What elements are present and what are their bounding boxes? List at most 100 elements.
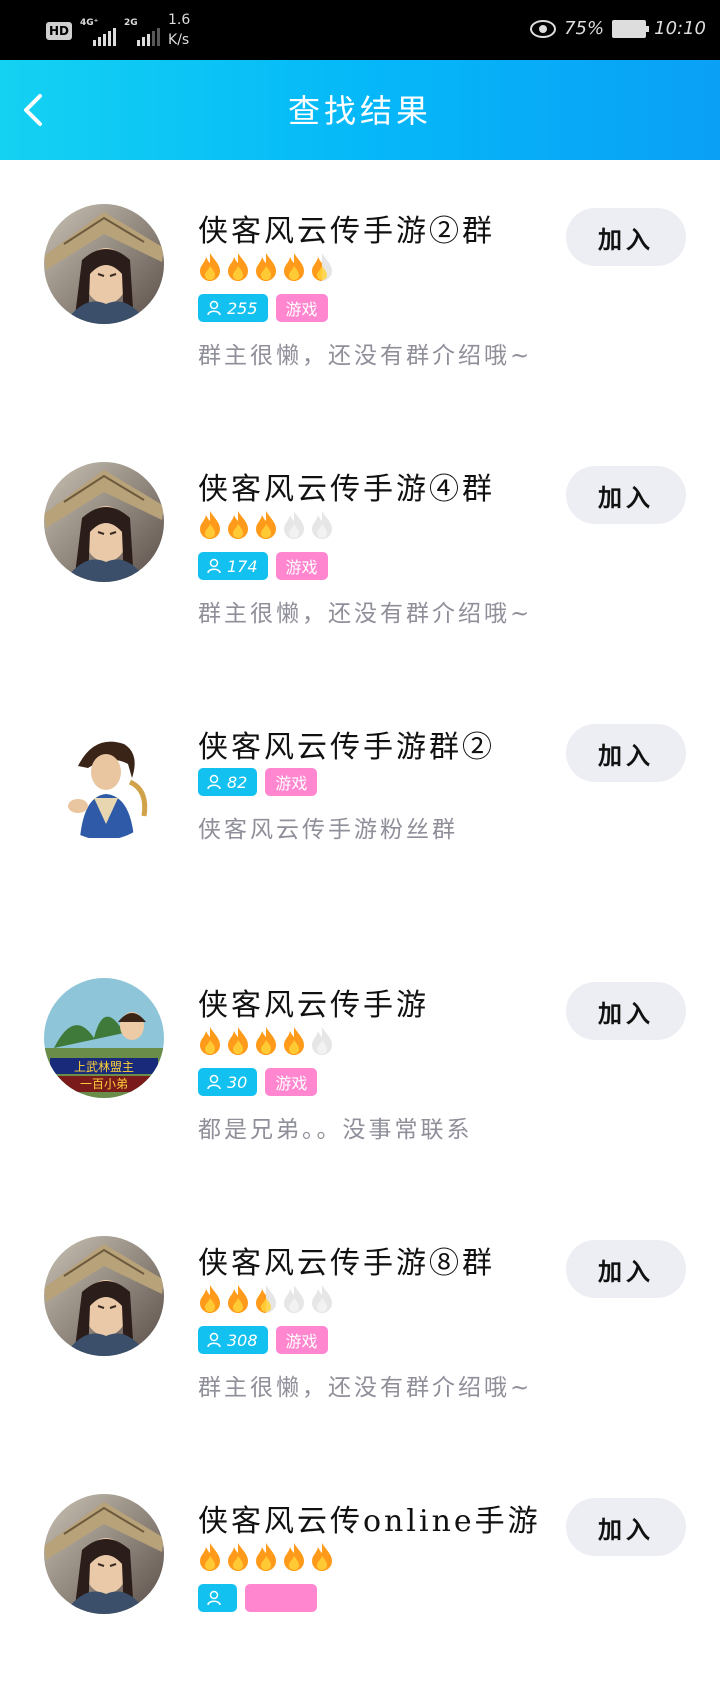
join-button[interactable]: 加入	[566, 1240, 686, 1298]
activity-rating	[198, 1542, 334, 1572]
member-count-badge: 174	[198, 552, 268, 580]
flame-icon	[284, 1285, 304, 1313]
signal-icon-sim1: 4G⁺	[80, 18, 117, 50]
group-name: 侠客风云传手游	[198, 988, 429, 1023]
nav-header: 查找结果	[0, 60, 720, 160]
flame-icon	[228, 1543, 248, 1571]
join-button[interactable]: 加入	[566, 208, 686, 266]
flame-icon	[312, 1543, 332, 1571]
member-count-badge: 82	[198, 768, 258, 796]
group-list-item[interactable]: 上武林盟主一百小弟 侠客风云传手游 30 游戏 都是兄弟。。没事常联系 加入	[0, 934, 720, 1192]
group-list-item[interactable]: 侠客风云传手游④群 174 游戏 群主很懒，还没有群介绍哦~ 加入	[0, 418, 720, 676]
group-avatar	[44, 1494, 164, 1614]
group-name: 侠客风云传手游⑧群	[198, 1246, 495, 1281]
group-avatar	[44, 720, 164, 840]
eye-comfort-icon	[530, 19, 557, 38]
flame-icon	[256, 1285, 276, 1313]
flame-icon	[256, 253, 276, 281]
group-tags: 308 游戏	[198, 1326, 328, 1354]
person-icon	[207, 774, 221, 790]
group-tags: 30 游戏	[198, 1068, 318, 1096]
group-avatar: 上武林盟主 一百小弟	[44, 978, 164, 1098]
flame-icon	[284, 1543, 304, 1571]
flame-icon	[256, 511, 276, 539]
group-avatar	[44, 1236, 164, 1356]
group-name: 侠客风云传手游②群	[198, 214, 495, 249]
status-bar: HD 4G⁺ 2G 1.6 K/s 75% 10:10	[0, 0, 720, 60]
flame-icon	[228, 511, 248, 539]
battery-percent: 75%	[564, 18, 605, 39]
flame-icon	[312, 1027, 332, 1055]
group-list-item[interactable]: 侠客风云传online手游 加入	[0, 1450, 720, 1708]
member-count: 82	[227, 772, 248, 792]
group-description: 群主很懒，还没有群介绍哦~	[198, 1375, 533, 1401]
flame-icon	[200, 511, 220, 539]
group-description: 群主很懒，还没有群介绍哦~	[198, 601, 533, 627]
flame-icon	[284, 1027, 304, 1055]
flame-icon	[312, 511, 332, 539]
page-title: 查找结果	[287, 92, 432, 130]
group-tags	[198, 1584, 317, 1612]
person-icon	[207, 1332, 221, 1348]
flame-icon	[284, 253, 304, 281]
member-count-badge	[198, 1584, 237, 1612]
category-tag	[245, 1584, 317, 1612]
flame-icon	[200, 1543, 220, 1571]
group-tags: 255 游戏	[198, 294, 328, 322]
flame-icon	[200, 1027, 220, 1055]
flame-icon	[200, 1285, 220, 1313]
activity-rating	[198, 1026, 334, 1056]
group-description: 都是兄弟。。没事常联系	[198, 1117, 473, 1143]
join-button[interactable]: 加入	[566, 724, 686, 782]
hd-badge: HD	[46, 22, 73, 40]
group-list-item[interactable]: 侠客风云传手游⑧群 308 游戏 群主很懒，还没有群介绍哦~ 加入	[0, 1192, 720, 1450]
member-count: 308	[227, 1330, 258, 1350]
person-icon	[207, 558, 221, 574]
activity-rating	[198, 510, 334, 540]
flame-icon	[256, 1543, 276, 1571]
battery-icon	[612, 19, 650, 38]
person-icon	[207, 1074, 221, 1090]
activity-rating	[198, 252, 334, 282]
network-speed: 1.6 K/s	[168, 12, 191, 48]
person-icon	[207, 300, 221, 316]
join-button[interactable]: 加入	[566, 466, 686, 524]
svg-text:上武林盟主: 上武林盟主	[74, 1060, 134, 1074]
group-tags: 82 游戏	[198, 768, 318, 796]
svg-text:一百小弟: 一百小弟	[80, 1077, 128, 1091]
member-count-badge: 255	[198, 294, 268, 322]
join-button[interactable]: 加入	[566, 1498, 686, 1556]
flame-icon	[228, 1285, 248, 1313]
member-count: 174	[227, 556, 258, 576]
member-count-badge: 308	[198, 1326, 268, 1354]
group-name: 侠客风云传online手游	[198, 1504, 541, 1539]
signal-icon-sim2: 2G	[124, 18, 161, 50]
group-name: 侠客风云传手游群②	[198, 730, 495, 765]
category-tag: 游戏	[265, 1068, 318, 1096]
group-avatar	[44, 204, 164, 324]
category-tag: 游戏	[275, 552, 328, 580]
group-name: 侠客风云传手游④群	[198, 472, 495, 507]
activity-rating	[198, 1284, 334, 1314]
member-count: 255	[227, 298, 258, 318]
flame-icon	[312, 253, 332, 281]
clock: 10:10	[654, 18, 706, 39]
group-description: 群主很懒，还没有群介绍哦~	[198, 343, 533, 369]
member-count: 30	[227, 1072, 248, 1092]
group-description: 侠客风云传手游粉丝群	[198, 817, 458, 843]
flame-icon	[284, 511, 304, 539]
category-tag: 游戏	[275, 1326, 328, 1354]
group-list-item[interactable]: 侠客风云传手游群② 82 游戏 侠客风云传手游粉丝群 加入	[0, 676, 720, 934]
flame-icon	[228, 1027, 248, 1055]
flame-icon	[228, 253, 248, 281]
category-tag: 游戏	[275, 294, 328, 322]
group-list-item[interactable]: 侠客风云传手游②群 255 游戏 群主很懒，还没有群介绍哦~ 加入	[0, 160, 720, 418]
group-tags: 174 游戏	[198, 552, 328, 580]
join-button[interactable]: 加入	[566, 982, 686, 1040]
group-avatar	[44, 462, 164, 582]
person-icon	[207, 1590, 221, 1606]
flame-icon	[256, 1027, 276, 1055]
member-count-badge: 30	[198, 1068, 258, 1096]
category-tag: 游戏	[265, 768, 318, 796]
flame-icon	[200, 253, 220, 281]
